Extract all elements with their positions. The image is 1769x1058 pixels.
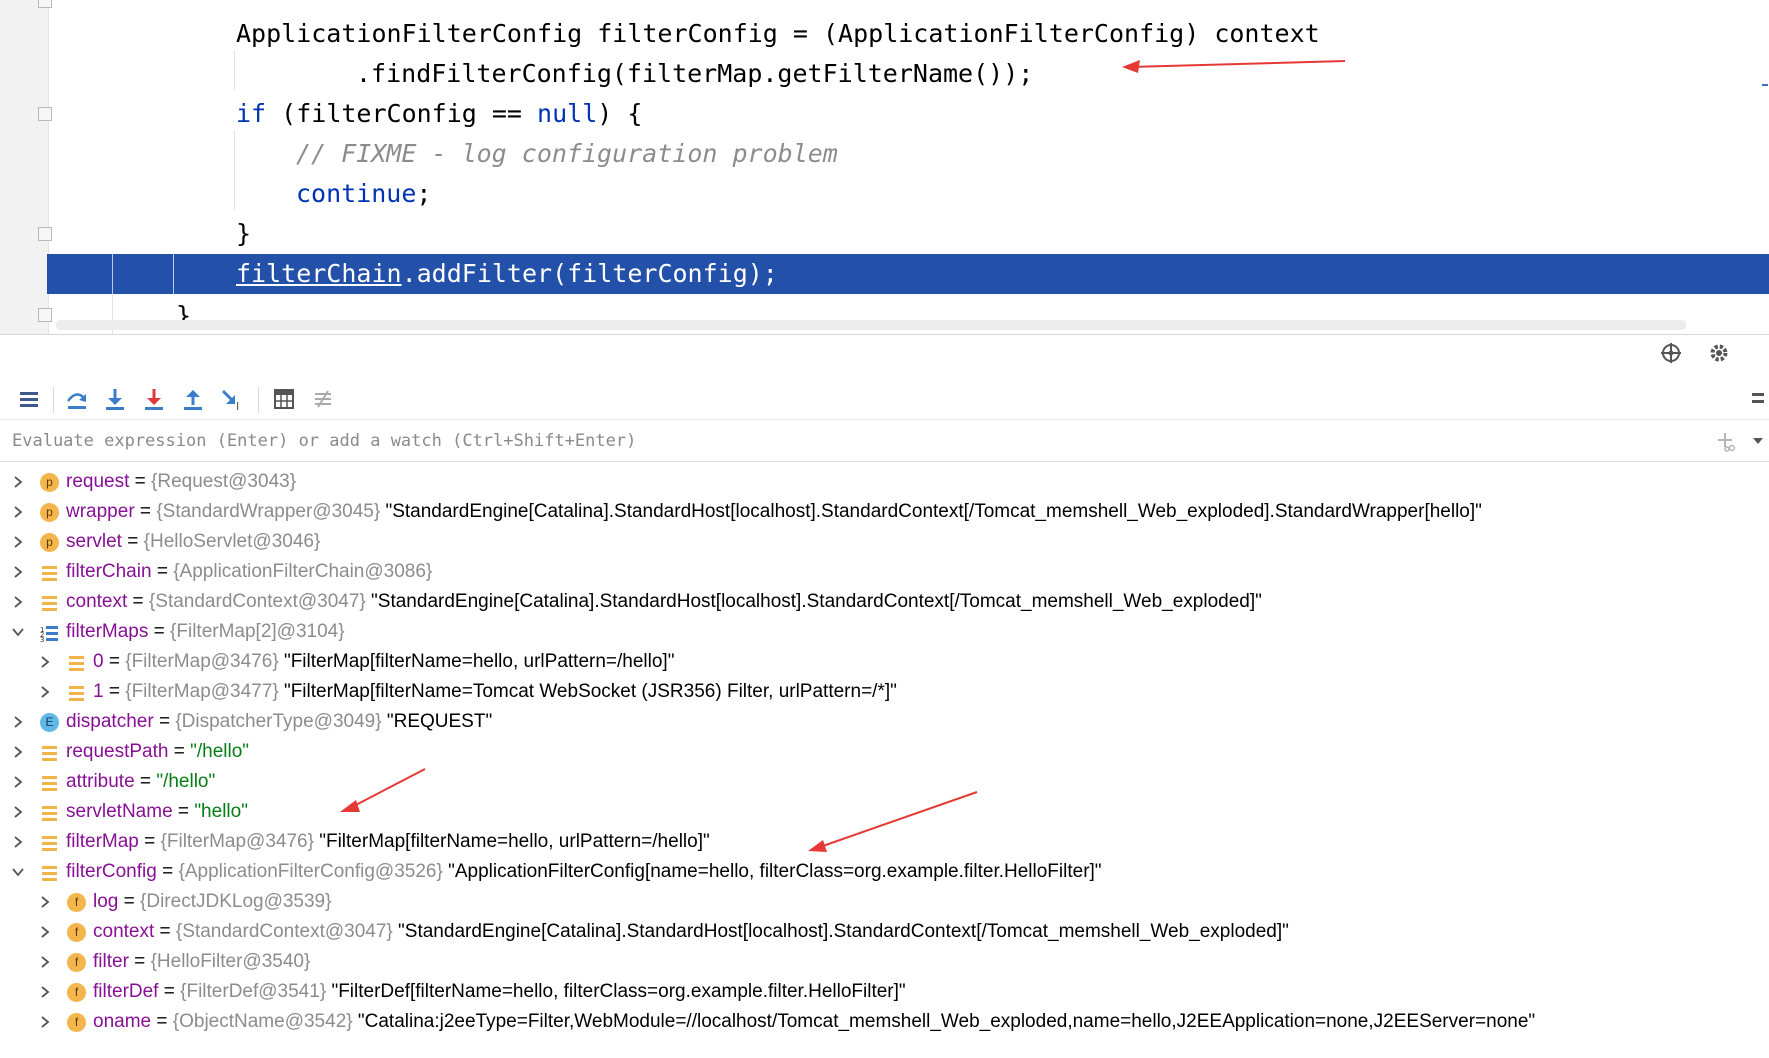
annotation-arrow [1122,60,1346,73]
annotation-arrows [340,768,978,852]
debugger-panel: I prequest = {Request@3043}pwrapper = {S… [0,334,1769,1058]
scroll-marker [1762,84,1768,86]
code-editor[interactable]: ApplicationFilterConfig filterConfig = (… [0,0,1769,334]
